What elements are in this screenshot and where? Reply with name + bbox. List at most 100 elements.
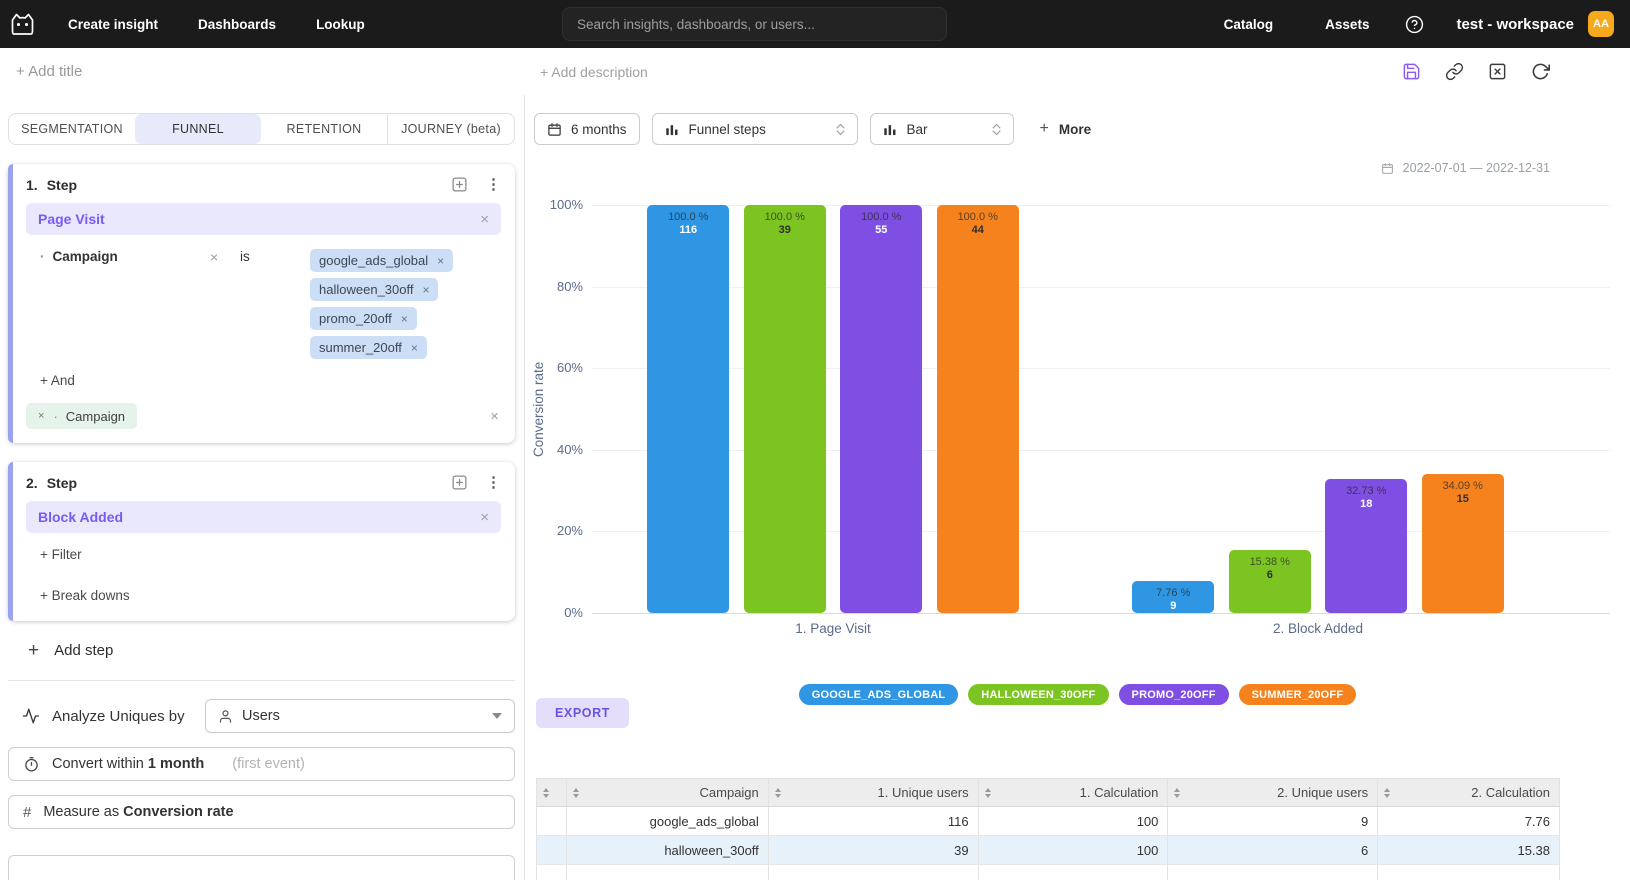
nav-lookup[interactable]: Lookup <box>316 17 365 32</box>
table-header-1-unique-users[interactable]: 1. Unique users <box>769 779 979 806</box>
sort-icon[interactable] <box>985 788 991 798</box>
sort-icon[interactable] <box>775 788 781 798</box>
help-icon[interactable] <box>1405 15 1424 34</box>
legend-promo_20off[interactable]: PROMO_20OFF <box>1119 684 1229 705</box>
add-filter-button[interactable]: + Filter <box>26 547 501 562</box>
legend-summer_20off[interactable]: SUMMER_20OFF <box>1239 684 1357 705</box>
table-header-2-unique-users[interactable]: 2. Unique users <box>1168 779 1378 806</box>
copy-link-icon[interactable] <box>1445 62 1464 81</box>
add-breakdown-button[interactable]: + Break downs <box>26 588 501 603</box>
chart-legend: GOOGLE_ADS_GLOBAL HALLOWEEN_30OFF PROMO_20… <box>525 684 1630 705</box>
remove-value-icon[interactable]: × <box>437 254 444 268</box>
sort-icon[interactable] <box>543 788 549 798</box>
bar-google_ads_global-step2[interactable]: 7.76 %9 <box>1132 581 1214 613</box>
table-header-index[interactable] <box>537 779 567 806</box>
bar-count-label: 9 <box>1132 600 1214 613</box>
clear-breakdown-icon[interactable]: × <box>490 408 499 425</box>
remove-value-icon[interactable]: × <box>401 312 408 326</box>
duplicate-step-icon[interactable] <box>451 176 468 193</box>
bar-summer_20off-step1[interactable]: 100.0 %44 <box>937 205 1019 613</box>
save-icon[interactable] <box>1402 62 1421 81</box>
table-cell: 100 <box>979 807 1169 835</box>
nav-catalog[interactable]: Catalog <box>1224 17 1274 32</box>
more-options-button[interactable]: + More <box>1040 120 1092 138</box>
add-description-button[interactable]: + Add description <box>540 64 648 80</box>
bar-halloween_30off-step1[interactable]: 100.0 %39 <box>744 205 826 613</box>
duplicate-step-icon[interactable] <box>451 474 468 491</box>
tab-segmentation[interactable]: SEGMENTATION <box>9 114 135 144</box>
filter-operator[interactable]: is <box>240 249 310 264</box>
remove-event-icon[interactable]: × <box>480 509 489 526</box>
y-tick-label: 0% <box>527 605 583 620</box>
step-menu-icon[interactable]: ⋮ <box>486 475 501 490</box>
event-selector[interactable]: Block Added × <box>26 501 501 533</box>
table-header-2-calculation[interactable]: 2. Calculation <box>1378 779 1560 806</box>
search-input[interactable] <box>563 17 946 32</box>
conversion-window-setting[interactable]: Convert within 1 month (first event) <box>8 747 515 781</box>
table-header-1-calculation[interactable]: 1. Calculation <box>979 779 1169 806</box>
timer-icon <box>23 756 40 773</box>
refresh-icon[interactable] <box>1531 62 1550 81</box>
calendar-icon <box>547 122 562 137</box>
filter-value-pill[interactable]: promo_20off× <box>310 307 417 330</box>
legend-halloween_30off[interactable]: HALLOWEEN_30OFF <box>968 684 1108 705</box>
bar-google_ads_global-step1[interactable]: 100.0 %116 <box>647 205 729 613</box>
measure-setting[interactable]: # Measure as Conversion rate <box>8 795 515 829</box>
sort-icon[interactable] <box>573 788 579 798</box>
nav-dashboards[interactable]: Dashboards <box>198 17 276 32</box>
remove-value-icon[interactable]: × <box>411 341 418 355</box>
chart-panel: 6 months Funnel steps Bar <box>525 95 1630 880</box>
query-builder-panel: SEGMENTATION FUNNEL RETENTION JOURNEY (b… <box>0 95 525 880</box>
event-selector[interactable]: Page Visit × <box>26 203 501 235</box>
add-step-button[interactable]: + Add step <box>28 641 515 660</box>
filter-value-pill[interactable]: summer_20off× <box>310 336 427 359</box>
bar-summer_20off-step2[interactable]: 34.09 %15 <box>1422 474 1504 613</box>
avatar[interactable]: AA <box>1588 11 1614 37</box>
remove-event-icon[interactable]: × <box>480 211 489 228</box>
date-range-button[interactable]: 6 months <box>534 113 640 145</box>
pulse-icon <box>22 707 40 725</box>
app-logo-cat-icon[interactable] <box>8 10 36 38</box>
tab-journey[interactable]: JOURNEY (beta) <box>387 114 514 144</box>
add-and-condition[interactable]: + And <box>26 373 501 388</box>
filter-value-pill[interactable]: halloween_30off× <box>310 278 438 301</box>
export-button[interactable]: EXPORT <box>536 698 629 728</box>
remove-filter-icon[interactable]: × <box>210 249 240 265</box>
filter-property[interactable]: ·Campaign <box>40 249 210 264</box>
y-axis-label: Conversion rate <box>531 205 546 613</box>
tab-funnel[interactable]: FUNNEL <box>135 114 261 144</box>
bar-promo_20off-step2[interactable]: 32.73 %18 <box>1325 479 1407 613</box>
bar-percent-label: 15.38 % <box>1229 555 1311 569</box>
table-header-campaign[interactable]: Campaign <box>567 779 769 806</box>
workspace-menu[interactable]: test - workspace <box>1456 16 1574 33</box>
view-select[interactable]: Funnel steps <box>652 113 858 145</box>
add-title-button[interactable]: + Add title <box>16 63 82 80</box>
event-name: Page Visit <box>38 211 105 227</box>
legend-google_ads_global[interactable]: GOOGLE_ADS_GLOBAL <box>799 684 959 705</box>
y-tick-label: 60% <box>527 360 583 375</box>
sort-icon[interactable] <box>1384 788 1390 798</box>
bar-halloween_30off-step2[interactable]: 15.38 %6 <box>1229 550 1311 613</box>
bar-percent-label: 100.0 % <box>744 210 826 224</box>
y-tick-label: 80% <box>527 279 583 294</box>
bar-promo_20off-step1[interactable]: 100.0 %55 <box>840 205 922 613</box>
clear-icon[interactable] <box>1488 62 1507 81</box>
remove-breakdown-icon[interactable]: × <box>38 410 44 422</box>
global-search <box>562 7 947 41</box>
step-menu-icon[interactable]: ⋮ <box>486 177 501 192</box>
table-cell: halloween_30off <box>567 836 769 864</box>
table-cell <box>979 865 1169 880</box>
sort-icon[interactable] <box>1174 788 1180 798</box>
additional-setting-box[interactable] <box>8 855 515 880</box>
table-cell: 15.38 <box>1378 836 1560 864</box>
remove-value-icon[interactable]: × <box>422 283 429 297</box>
bar-count-label: 44 <box>937 224 1019 237</box>
nav-create-insight[interactable]: Create insight <box>68 17 158 32</box>
nav-assets[interactable]: Assets <box>1325 17 1369 32</box>
analyze-unit-select[interactable]: Users <box>205 699 515 733</box>
filter-value-pill[interactable]: google_ads_global× <box>310 249 453 272</box>
tab-retention[interactable]: RETENTION <box>261 114 387 144</box>
breakdown-pill[interactable]: × ·Campaign <box>26 403 137 429</box>
table-cell <box>769 865 979 880</box>
chart-type-select[interactable]: Bar <box>870 113 1014 145</box>
